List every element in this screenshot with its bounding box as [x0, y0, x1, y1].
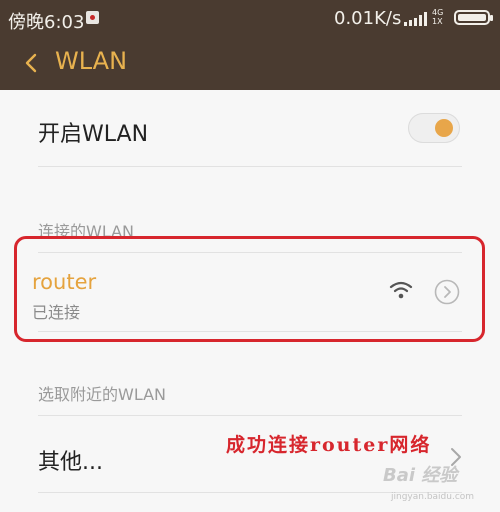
- signal-icon: [404, 12, 430, 26]
- status-time: 傍晚6:03: [8, 12, 85, 33]
- watermark-brand: Bai 经验: [383, 465, 458, 486]
- page-title: WLAN: [55, 47, 128, 75]
- wlan-toggle-label: 开启WLAN: [38, 122, 149, 147]
- network-type-top: 4G: [432, 8, 444, 17]
- wlan-toggle[interactable]: [408, 113, 460, 143]
- other-network-label[interactable]: 其他...: [38, 444, 103, 476]
- divider: [38, 415, 462, 416]
- wlan-settings: 开启WLAN 连接的WLAN router 已连接 选取附近的WLAN 其他..…: [0, 90, 500, 512]
- network-type-bottom: 1X: [432, 17, 443, 26]
- watermark-url: jingyan.baidu.com: [391, 492, 475, 502]
- network-type: 4G 1X: [432, 8, 443, 26]
- battery-icon: [454, 10, 493, 25]
- app-header: WLAN: [0, 36, 500, 90]
- divider: [38, 166, 462, 167]
- annotation-text: 成功连接router网络: [226, 434, 432, 456]
- network-speed: 0.01K/s: [334, 8, 402, 29]
- status-bar: 傍晚6:03 0.01K/s 4G 1X: [0, 0, 500, 36]
- back-icon[interactable]: [20, 50, 44, 76]
- toggle-knob: [435, 119, 453, 137]
- screen-record-icon: [86, 11, 99, 24]
- nearby-section-title: 选取附近的WLAN: [38, 385, 167, 404]
- watermark: Bai 经验 jingyan.baidu.com: [383, 461, 493, 507]
- highlight-box: [14, 236, 485, 342]
